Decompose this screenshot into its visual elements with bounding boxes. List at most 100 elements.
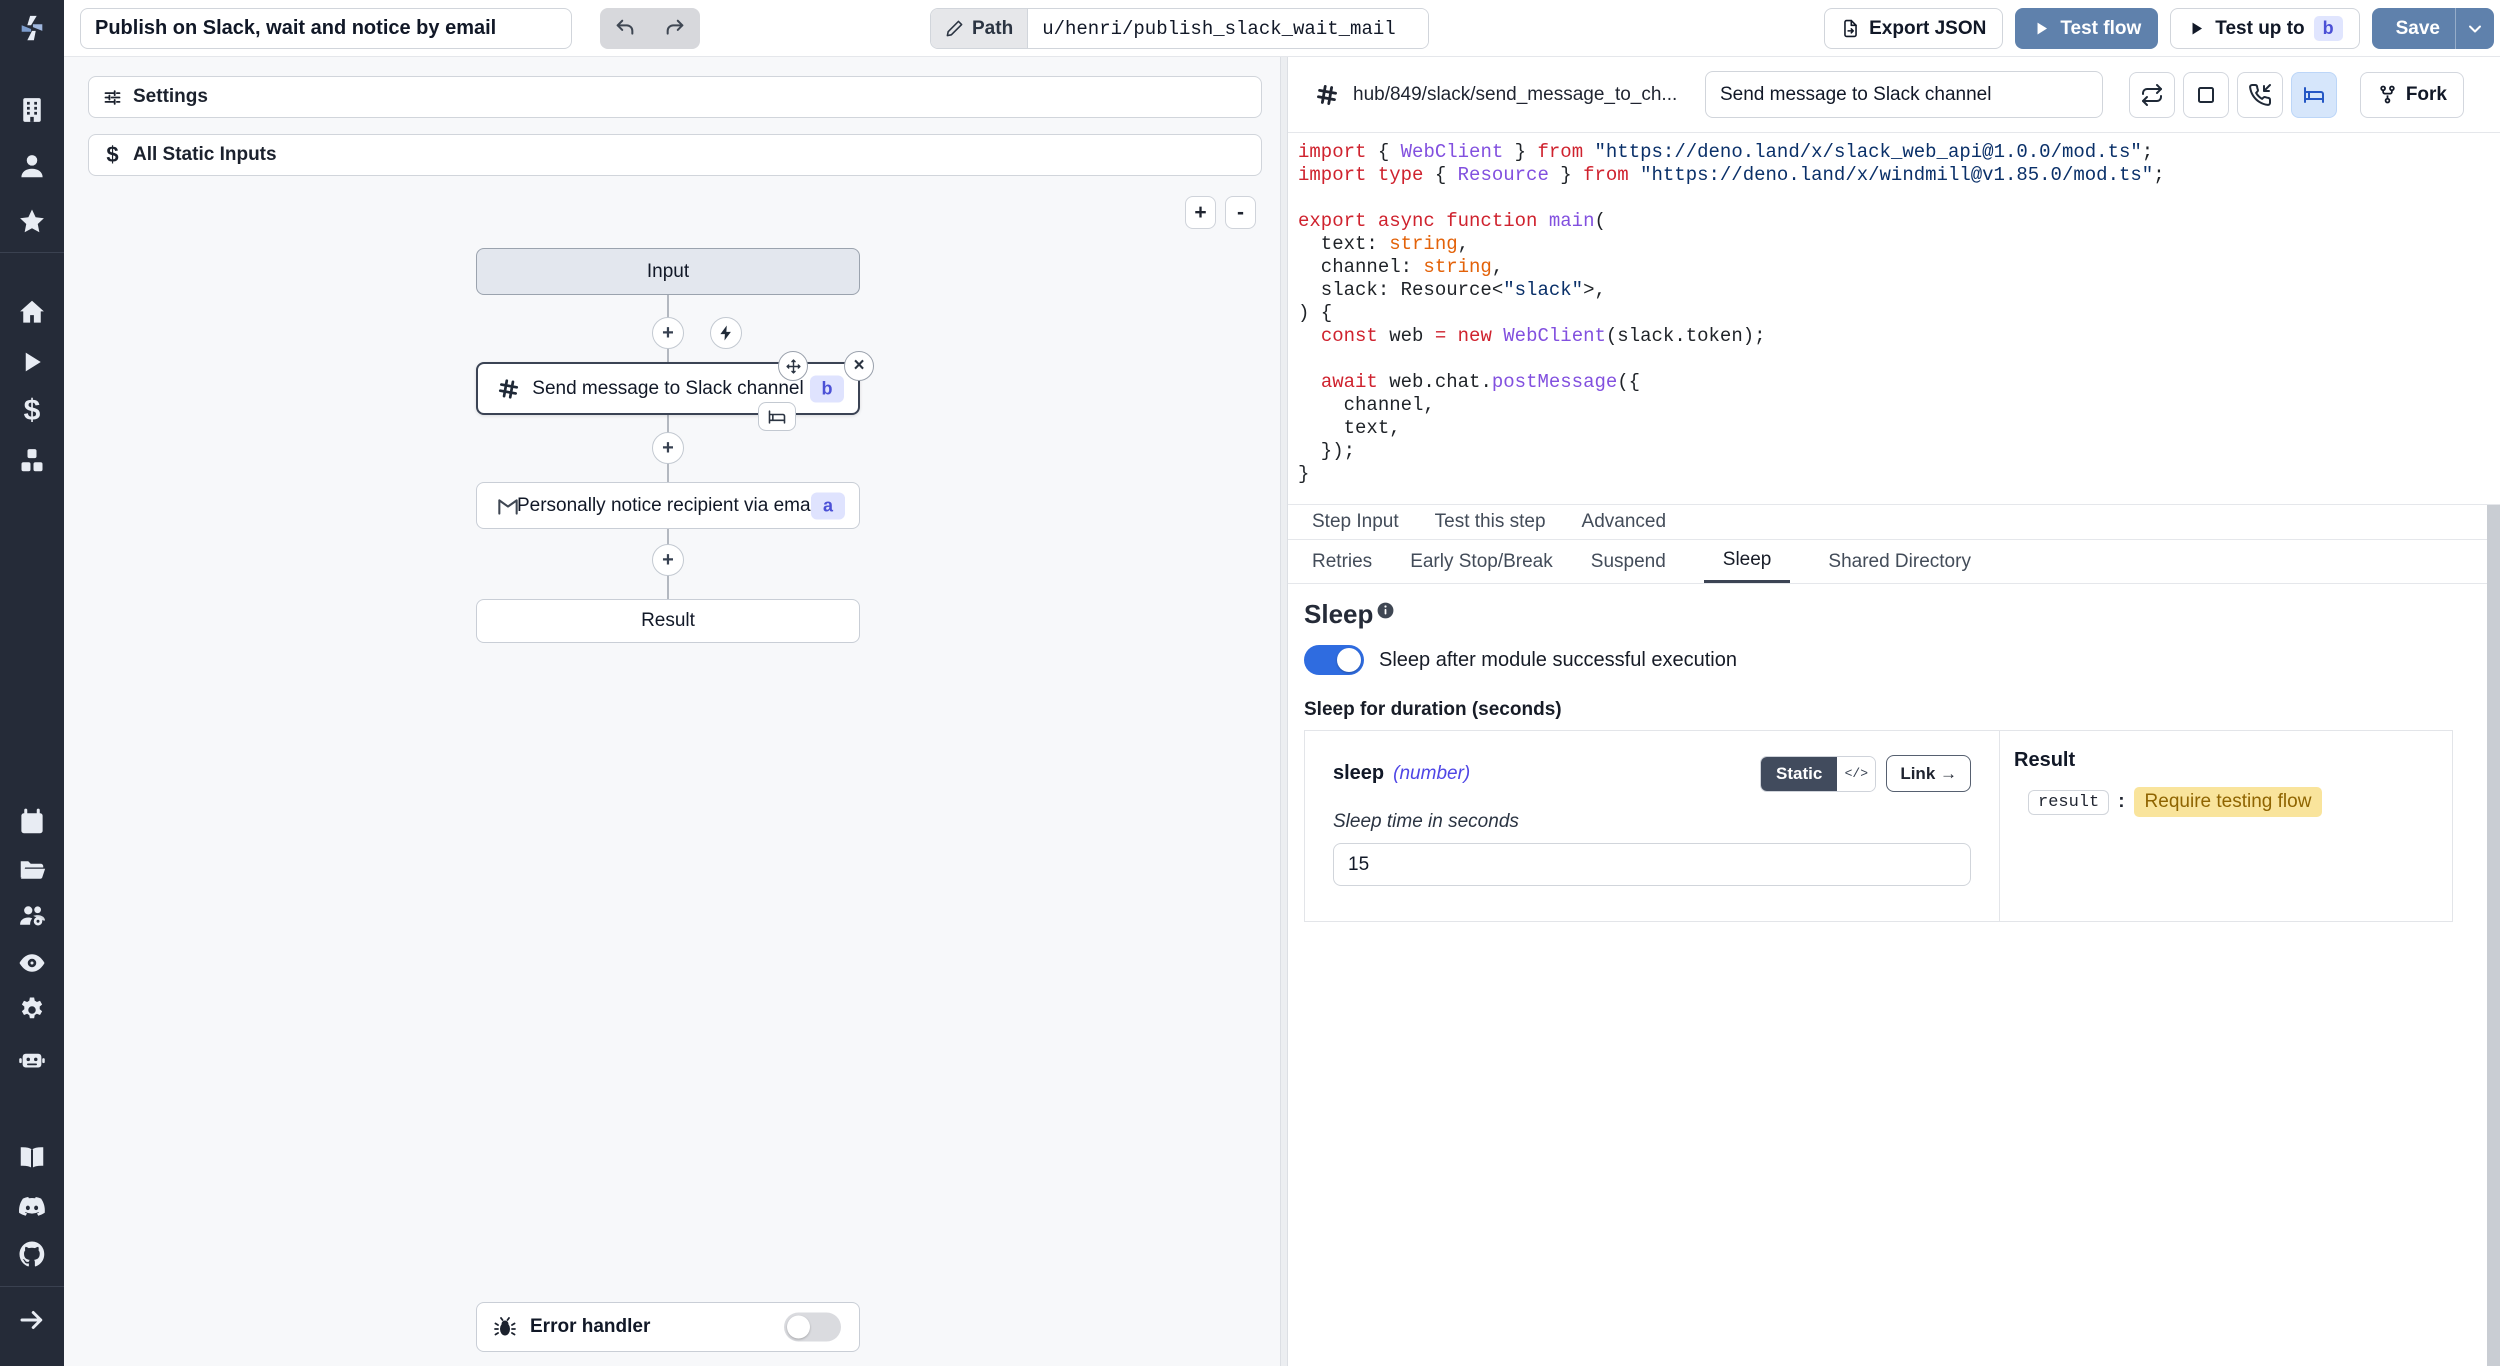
sleep-indicator-chip[interactable] [758,402,796,431]
dollar-icon: $ [102,142,123,168]
flow-node-input[interactable]: Input [476,248,860,295]
sleep-toggle-row: Sleep after module successful execution [1304,645,2500,675]
test-up-to-label: Test up to [2215,18,2304,40]
git-fork-icon [2377,84,2398,105]
settings-panel-toggle[interactable]: Settings [88,76,1262,118]
discord-icon[interactable] [12,1187,52,1227]
runs-play-icon[interactable] [12,342,52,382]
subtab-sleep[interactable]: Sleep [1704,540,1791,583]
play-icon [2032,19,2051,38]
zoom-out-button[interactable]: - [1225,196,1256,229]
undo-icon[interactable] [614,18,636,40]
audit-eye-icon[interactable] [12,943,52,983]
export-json-button[interactable]: Export JSON [1824,8,2003,49]
sleep-button[interactable] [2291,72,2337,118]
save-button[interactable]: Save [2372,8,2456,49]
repeat-icon [2140,83,2164,107]
zoom-in-button[interactable]: + [1185,196,1216,229]
square-icon [2194,83,2218,107]
export-json-label: Export JSON [1869,18,1986,40]
test-flow-button[interactable]: Test flow [2015,8,2158,49]
path-input[interactable] [1028,9,1428,48]
add-step-button[interactable]: + [652,432,684,464]
undo-redo-group [600,8,700,49]
static-inputs-panel-toggle[interactable]: $ All Static Inputs [88,134,1262,176]
add-step-button[interactable]: + [652,317,684,349]
variables-dollar-icon[interactable]: $ [12,391,52,431]
save-label: Save [2396,18,2440,40]
docs-book-icon[interactable] [12,1137,52,1177]
subtab-early-stop[interactable]: Early Stop/Break [1410,540,1553,583]
tab-step-input[interactable]: Step Input [1312,511,1399,533]
suspend-button[interactable] [2237,72,2283,118]
flow-node-result[interactable]: Result [476,599,860,643]
error-handler-toggle[interactable] [784,1313,841,1342]
panel-scrollbar[interactable] [2487,505,2500,1366]
path-label: Path [972,18,1013,40]
pencil-icon [945,19,964,38]
subtab-suspend[interactable]: Suspend [1591,540,1666,583]
delete-step-button[interactable]: × [844,351,874,381]
file-export-icon [1841,19,1860,38]
sleep-toggle[interactable] [1304,645,1364,675]
flow-node-error-handler[interactable]: Error handler [476,1302,860,1352]
schedules-calendar-icon[interactable] [12,802,52,842]
result-status-badge: Require testing flow [2134,787,2323,817]
field-description: Sleep time in seconds [1333,811,1971,833]
panel-resize-handle[interactable] [1280,57,1288,1366]
move-step-handle[interactable] [778,351,808,381]
tab-test-this-step[interactable]: Test this step [1435,511,1546,533]
sleep-toggle-label: Sleep after module successful execution [1379,649,1737,672]
flow-title-input[interactable] [80,8,572,49]
test-flow-label: Test flow [2060,18,2141,40]
step-summary-input[interactable] [1705,71,2103,118]
redo-icon[interactable] [664,18,686,40]
link-button[interactable]: Link → [1886,755,1971,792]
info-icon[interactable] [1376,601,1395,620]
result-heading: Result [2014,749,2438,772]
path-edit-button[interactable]: Path [931,9,1028,48]
add-step-button[interactable]: + [652,544,684,576]
windmill-logo-icon[interactable] [12,8,52,48]
workspace-building-icon[interactable] [12,90,52,130]
sleep-heading: Sleep [1304,599,2500,630]
trigger-bolt-button[interactable] [710,317,742,349]
flow-node-step-a[interactable]: Personally notice recipient via email a [476,482,860,529]
bed-icon [2302,83,2326,107]
github-icon[interactable] [12,1234,52,1274]
early-stop-button[interactable] [2183,72,2229,118]
bug-icon [493,1315,517,1339]
user-icon[interactable] [12,146,52,186]
settings-gear-icon[interactable] [12,990,52,1030]
folders-icon[interactable] [12,850,52,890]
sidebar-divider [0,252,64,253]
play-icon [2187,19,2206,38]
subtab-shared-directory[interactable]: Shared Directory [1828,540,1971,583]
favorites-star-icon[interactable] [12,202,52,242]
static-mode-button[interactable]: Static [1761,757,1837,791]
sleep-seconds-input[interactable] [1333,843,1971,886]
save-split-button: Save [2372,8,2494,49]
code-mode-button[interactable]: </> [1837,757,1875,791]
result-node-label: Result [641,610,695,632]
workers-robot-icon[interactable] [12,1040,52,1080]
sleep-section: Sleep Sleep after module successful exec… [1288,584,2500,922]
error-handler-label: Error handler [530,1316,650,1338]
phone-incoming-icon [2248,83,2272,107]
tab-advanced[interactable]: Advanced [1582,511,1667,533]
groups-icon[interactable] [12,896,52,936]
result-key-chip[interactable]: result [2028,790,2109,815]
fork-button[interactable]: Fork [2360,72,2464,118]
fork-label: Fork [2406,84,2447,106]
save-dropdown-button[interactable] [2456,8,2494,49]
home-icon[interactable] [12,292,52,332]
code-editor[interactable]: import { WebClient } from "https://deno.… [1288,133,2500,505]
test-up-to-button[interactable]: Test up to b [2170,8,2359,49]
sliders-icon [102,87,123,108]
subtab-retries[interactable]: Retries [1312,540,1372,583]
expand-arrow-icon[interactable] [12,1300,52,1340]
sidebar-divider [0,1286,64,1287]
resources-cubes-icon[interactable] [12,441,52,481]
gmail-icon [495,493,521,519]
retries-button[interactable] [2129,72,2175,118]
